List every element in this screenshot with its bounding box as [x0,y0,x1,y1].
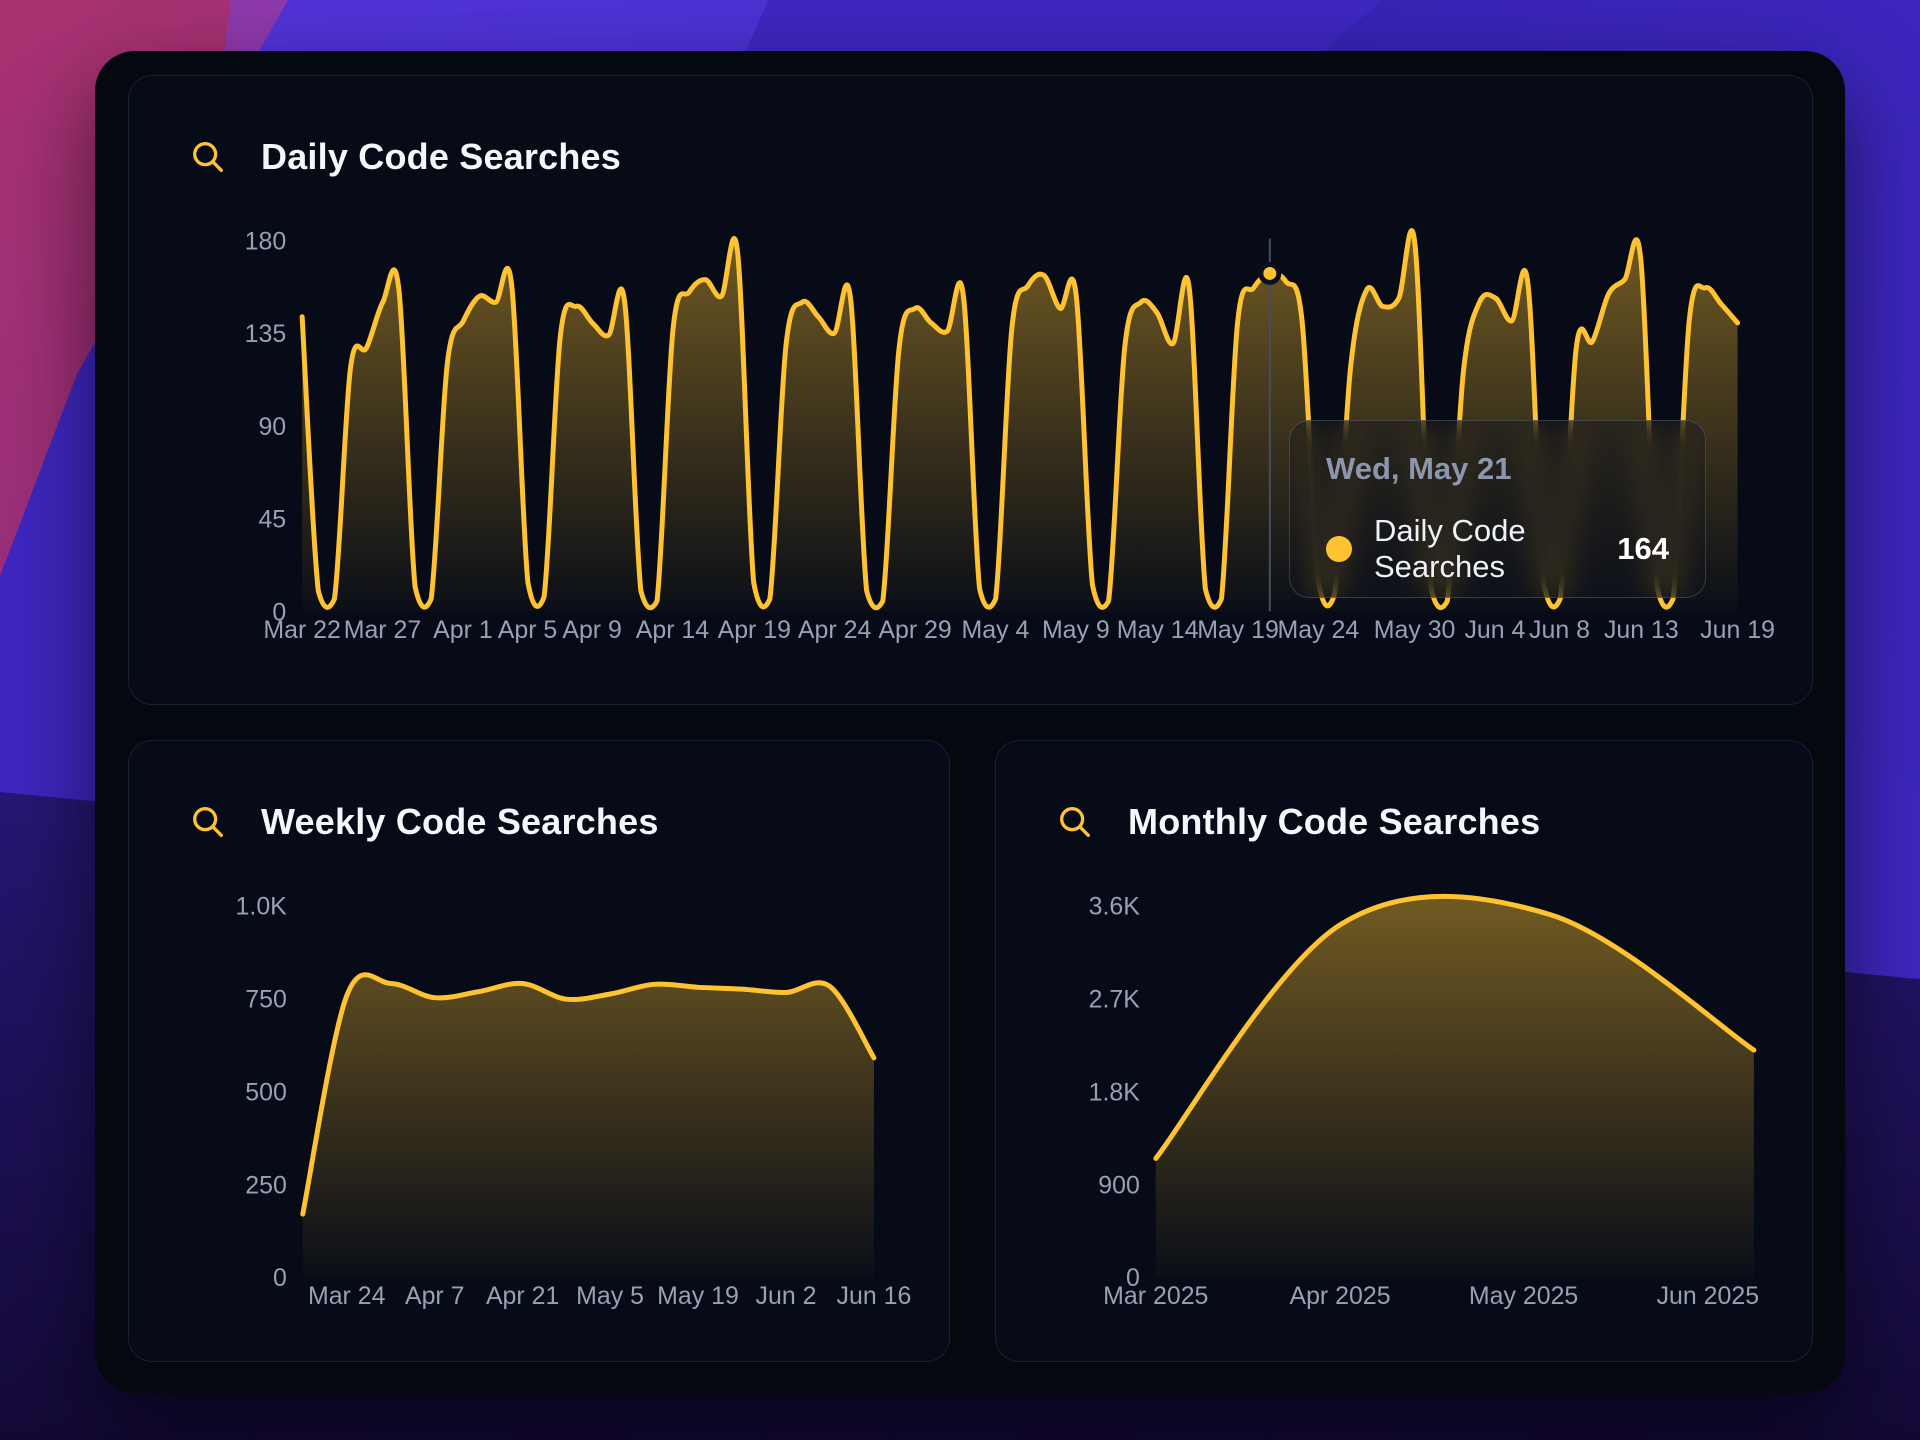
x-axis-tick: May 14 [1117,616,1199,644]
x-axis-tick: May 24 [1278,616,1360,644]
code-search-dashboard: Daily Code Searches 04590135180Mar 22Mar… [95,51,1845,1393]
daily-card: Daily Code Searches 04590135180Mar 22Mar… [128,75,1813,705]
tooltip-series-label: Daily Code Searches [1374,513,1617,585]
y-axis-tick: 1.8K [1089,1078,1141,1106]
tooltip-date: Wed, May 21 [1326,451,1669,487]
y-axis-tick: 45 [258,506,286,534]
y-axis-tick: 2.7K [1089,985,1141,1013]
x-axis-tick: Jun 8 [1529,616,1590,644]
monthly-chart-title: Monthly Code Searches [1128,801,1540,843]
x-axis-tick: Mar 22 [263,616,341,644]
weekly-card: Weekly Code Searches 0 250 500 750 1.0K Mar 2… [128,740,950,1362]
x-axis-tick: Apr 21 [486,1282,559,1310]
x-axis-tick: May 2025 [1469,1282,1578,1310]
x-axis-tick: Jun 16 [837,1282,912,1310]
daily-chart-title: Daily Code Searches [261,136,621,178]
y-axis-tick: 90 [258,413,286,441]
x-axis-tick: May 9 [1042,616,1110,644]
x-axis-tick: Jun 13 [1604,616,1679,644]
x-axis-tick: Apr 29 [878,616,951,644]
weekly-chart-title: Weekly Code Searches [261,801,659,843]
x-axis-tick: Apr 14 [636,616,710,644]
weekly-card-header: Weekly Code Searches [189,801,659,843]
x-axis-tick: May 19 [657,1282,739,1310]
monthly-card-header: Monthly Code Searches [1056,801,1540,843]
search-icon [189,138,227,176]
x-axis-tick: Apr 1 [433,616,493,644]
x-axis-tick: Jun 19 [1700,616,1775,644]
weekly-area-fill [303,975,874,1278]
y-axis-tick: 900 [1098,1171,1140,1199]
monthly-card: Monthly Code Searches 09001.8K2.7K3.6KMa… [995,740,1813,1362]
chart-tooltip: Wed, May 21 Daily Code Searches 164 [1289,420,1706,598]
hover-point-marker [1261,264,1279,282]
x-axis-tick: Mar 27 [344,616,422,644]
y-axis-tick: 180 [245,227,287,255]
y-axis-tick: 750 [245,985,287,1013]
x-axis-tick: Apr 19 [718,616,791,644]
tooltip-series-row: Daily Code Searches 164 [1326,513,1669,585]
x-axis-tick: Mar 24 [308,1282,386,1310]
y-axis-tick: 250 [245,1171,287,1199]
x-axis-tick: Jun 2025 [1657,1282,1759,1310]
x-axis-tick: Apr 5 [498,616,558,644]
tooltip-value: 164 [1617,531,1669,567]
x-axis-tick: May 5 [576,1282,644,1310]
search-icon [189,803,227,841]
y-axis-tick: 500 [245,1078,287,1106]
y-axis-tick: 135 [245,320,287,348]
x-axis-tick: May 4 [962,616,1030,644]
x-axis-tick: Apr 9 [562,616,622,644]
x-axis-tick: Jun 2 [756,1282,817,1310]
y-axis-tick: 0 [273,1264,287,1292]
x-axis-tick: Jun 4 [1464,616,1525,644]
daily-card-header: Daily Code Searches [189,136,621,178]
y-axis-tick: 3.6K [1089,892,1141,920]
x-axis-tick: Apr 2025 [1289,1282,1390,1310]
x-axis-tick: Mar 2025 [1103,1282,1208,1310]
series-dot [1326,536,1352,562]
y-axis-tick: 1.0K [236,892,288,920]
monthly-area-fill [1156,896,1754,1277]
x-axis-tick: Apr 24 [798,616,872,644]
x-axis-tick: Apr 7 [405,1282,465,1310]
x-axis-tick: May 19 [1197,616,1279,644]
x-axis-tick: May 30 [1374,616,1456,644]
search-icon [1056,803,1094,841]
